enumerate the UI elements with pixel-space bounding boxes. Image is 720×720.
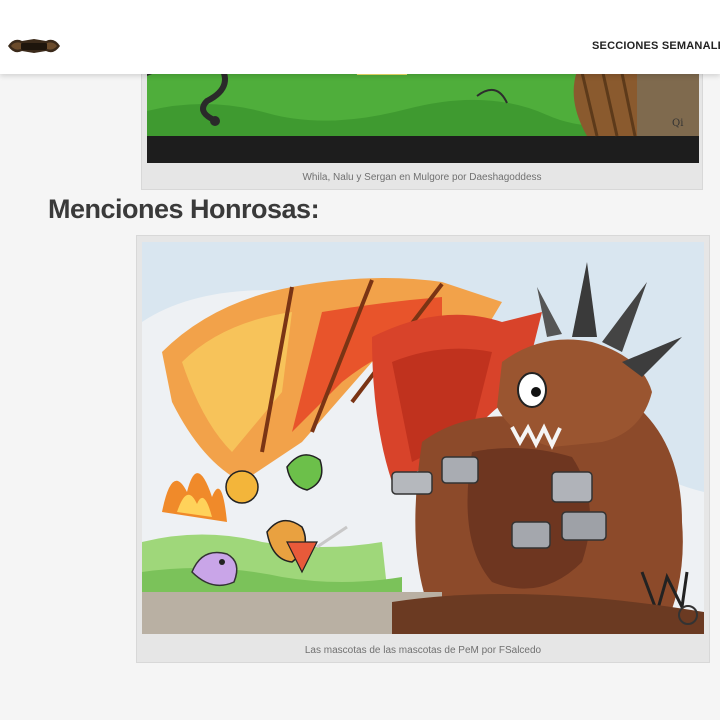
- nav-secciones-semanales[interactable]: SECCIONES SEMANALES: [592, 40, 720, 52]
- svg-text:Qi: Qi: [672, 118, 683, 129]
- section-heading-menciones-honrosas: Menciones Honrosas:: [48, 194, 320, 224]
- artwork-image-dragon[interactable]: [142, 242, 704, 634]
- top-navigation-bar: SECCIONES SEMANALES: [0, 0, 720, 74]
- figure-mascotas-pem: Las mascotas de las mascotas de PeM por …: [136, 235, 710, 663]
- figure-caption: Las mascotas de las mascotas de PeM por …: [304, 645, 542, 656]
- site-logo[interactable]: [6, 35, 62, 57]
- figure-caption: Whila, Nalu y Sergan en Mulgore por Daes…: [302, 172, 542, 183]
